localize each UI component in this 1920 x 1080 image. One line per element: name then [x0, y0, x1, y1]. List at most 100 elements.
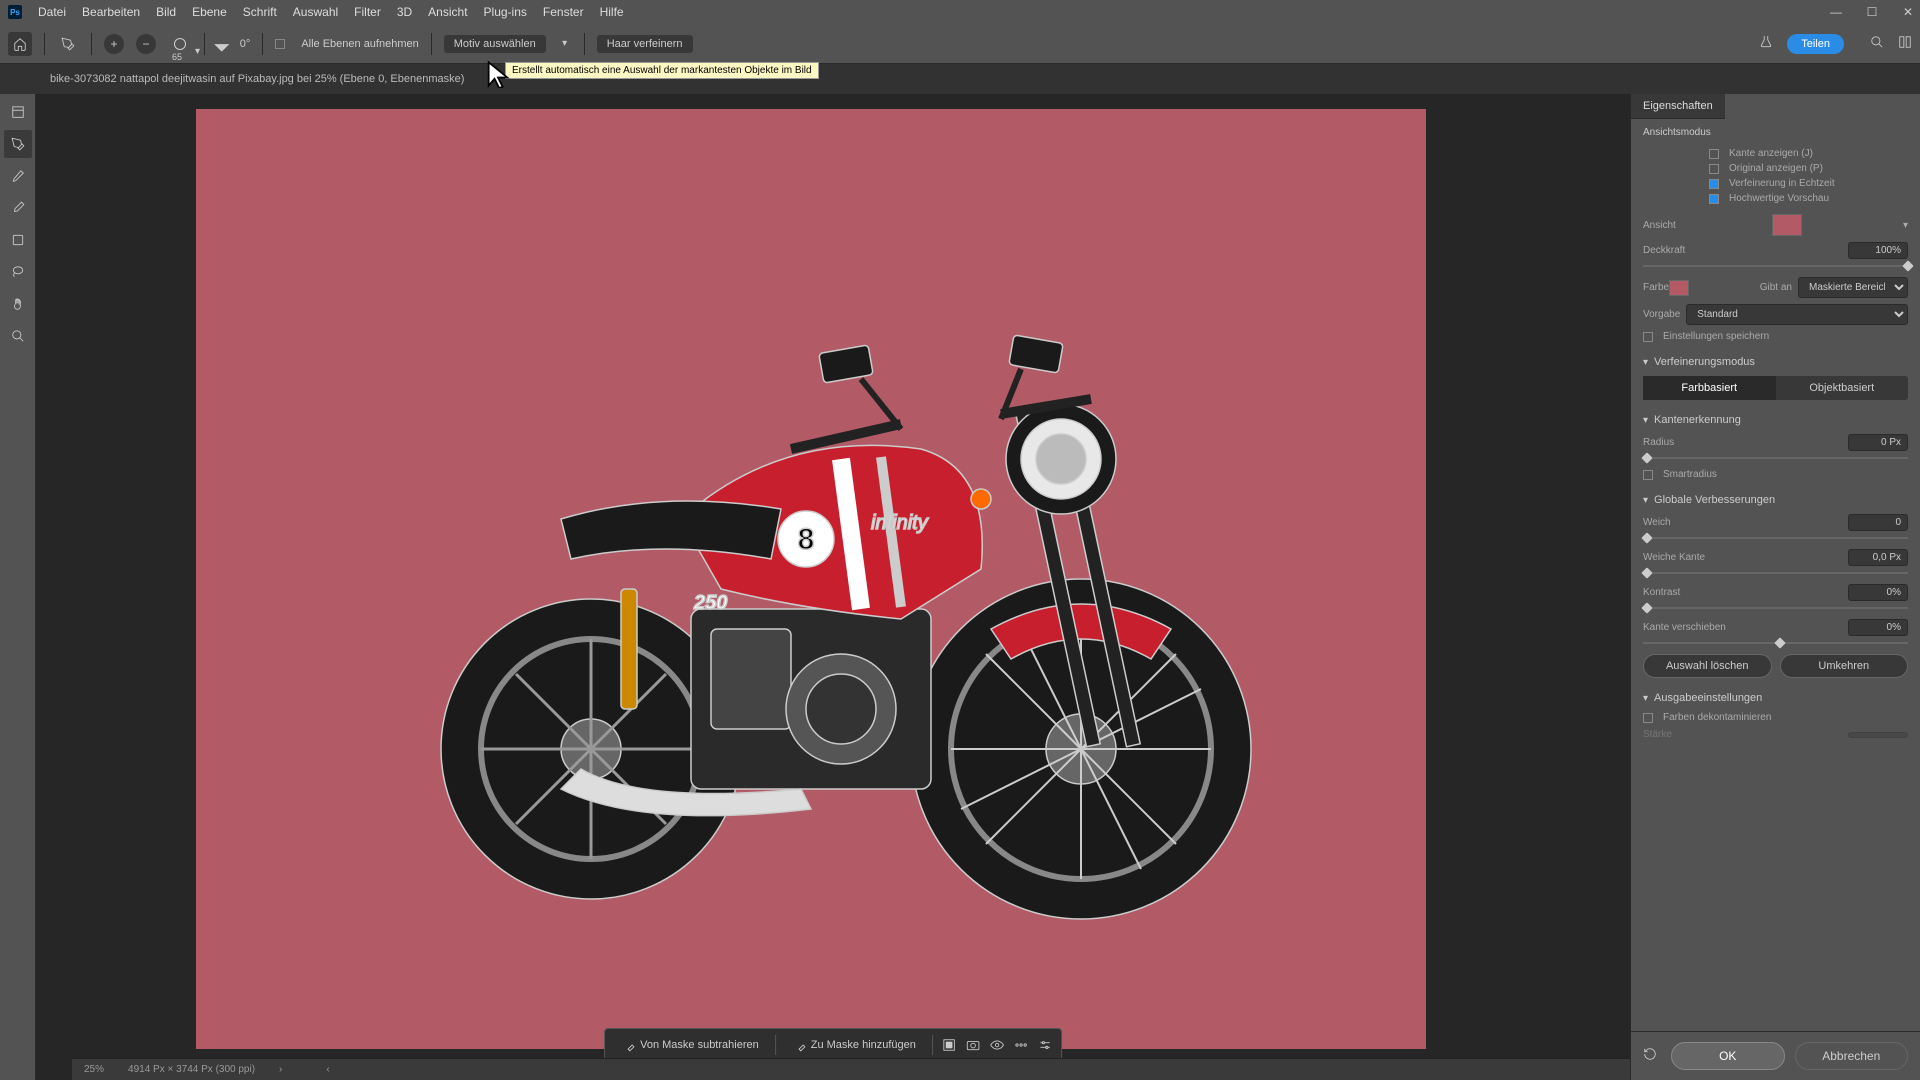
- erlenmeyer-icon[interactable]: [1759, 35, 1773, 52]
- preset-select[interactable]: Standard: [1686, 304, 1908, 325]
- radius-input[interactable]: 0 Px: [1848, 434, 1908, 451]
- decontaminate-checkbox[interactable]: [1643, 713, 1653, 723]
- brush-subtract[interactable]: −: [136, 34, 156, 54]
- properties-tab[interactable]: Eigenschaften: [1631, 94, 1725, 119]
- document-tab[interactable]: bike-3073082 nattapol deejitwasin auf Pi…: [0, 64, 1920, 94]
- menu-bar: Ps Datei Bearbeiten Bild Ebene Schrift A…: [0, 0, 1920, 24]
- share-button[interactable]: Teilen: [1787, 34, 1844, 54]
- app-logo: Ps: [8, 5, 22, 19]
- menu-plugins[interactable]: Plug-ins: [484, 5, 527, 19]
- select-subject-dropdown[interactable]: ▾: [558, 37, 572, 51]
- realtime-refine-checkbox[interactable]: [1709, 179, 1719, 189]
- search-icon[interactable]: [1870, 35, 1884, 52]
- smooth-slider[interactable]: [1643, 537, 1908, 539]
- tool-refine-brush[interactable]: [4, 162, 32, 190]
- view-thumbnail[interactable]: [1772, 214, 1802, 236]
- tool-quick-select[interactable]: [4, 130, 32, 158]
- color-swatch[interactable]: [1669, 280, 1689, 296]
- svg-text:250: 250: [693, 592, 727, 614]
- photo-mode-icon[interactable]: [963, 1035, 983, 1055]
- close-button[interactable]: ✕: [1900, 4, 1916, 20]
- properties-panel: Eigenschaften Ansichtsmodus Kante anzeig…: [1630, 94, 1920, 1080]
- refine-hair-button[interactable]: Haar verfeinern: [597, 35, 693, 53]
- feather-slider[interactable]: [1643, 572, 1908, 574]
- document-dimensions: 4914 Px × 3744 Px (300 ppi): [128, 1064, 255, 1075]
- smooth-input[interactable]: 0: [1848, 514, 1908, 531]
- current-tool-icon[interactable]: [57, 33, 79, 55]
- overlay-mode-icon[interactable]: [939, 1035, 959, 1055]
- left-toolbar: [0, 94, 36, 1080]
- clear-selection-button[interactable]: Auswahl löschen: [1643, 654, 1772, 678]
- settings-icon[interactable]: [1035, 1035, 1055, 1055]
- output-settings-header[interactable]: ▾Ausgabeeinstellungen: [1643, 692, 1908, 704]
- contrast-input[interactable]: 0%: [1848, 584, 1908, 601]
- bottom-toolbar: Von Maske subtrahieren Zu Maske hinzufüg…: [604, 1028, 1062, 1062]
- opacity-input[interactable]: 100%: [1848, 242, 1908, 259]
- shows-select[interactable]: Maskierte Bereiche: [1798, 277, 1908, 298]
- contrast-slider[interactable]: [1643, 607, 1908, 609]
- tool-object-select[interactable]: [4, 226, 32, 254]
- menu-view[interactable]: Ansicht: [428, 5, 467, 19]
- color-based-button[interactable]: Farbbasiert: [1643, 376, 1776, 400]
- smart-radius-checkbox[interactable]: [1643, 470, 1653, 480]
- radius-slider[interactable]: [1643, 457, 1908, 459]
- options-bar: + − 65 ▾ ◢ 0° Alle Ebenen aufnehmen Moti…: [0, 24, 1920, 64]
- feather-input[interactable]: 0,0 Px: [1848, 549, 1908, 566]
- brush-add[interactable]: +: [104, 34, 124, 54]
- menu-select[interactable]: Auswahl: [293, 5, 338, 19]
- status-bar: 25% 4914 Px × 3744 Px (300 ppi) › ‹: [72, 1058, 1630, 1080]
- more-icon[interactable]: [1011, 1035, 1031, 1055]
- reset-icon[interactable]: [1643, 1047, 1661, 1065]
- minimize-button[interactable]: —: [1828, 4, 1844, 20]
- select-subject-button[interactable]: Motiv auswählen: [444, 35, 546, 53]
- menu-filter[interactable]: Filter: [354, 5, 381, 19]
- shift-slider[interactable]: [1643, 642, 1908, 644]
- angle-value[interactable]: 0°: [240, 38, 251, 50]
- edge-detection-header[interactable]: ▾Kantenerkennung: [1643, 414, 1908, 426]
- tool-zoom[interactable]: [4, 322, 32, 350]
- zoom-level[interactable]: 25%: [84, 1064, 104, 1075]
- tool-restore-view[interactable]: [4, 98, 32, 126]
- all-layers-label: Alle Ebenen aufnehmen: [301, 38, 418, 50]
- menu-file[interactable]: Datei: [38, 5, 66, 19]
- remember-settings-checkbox[interactable]: [1643, 332, 1653, 342]
- refine-mode-header[interactable]: ▾Verfeinerungsmodus: [1643, 356, 1908, 368]
- menu-image[interactable]: Bild: [156, 5, 176, 19]
- maximize-button[interactable]: ☐: [1864, 4, 1880, 20]
- amount-input: [1848, 732, 1908, 738]
- canvas[interactable]: 8 infinity 250: [196, 109, 1426, 1049]
- menu-type[interactable]: Schrift: [243, 5, 277, 19]
- opacity-slider[interactable]: [1643, 265, 1908, 267]
- menu-edit[interactable]: Bearbeiten: [82, 5, 140, 19]
- svg-text:8: 8: [798, 523, 815, 556]
- subtract-from-mask-button[interactable]: Von Maske subtrahieren: [611, 1033, 769, 1057]
- view-dropdown-icon[interactable]: ▾: [1903, 220, 1908, 231]
- tool-lasso[interactable]: [4, 258, 32, 286]
- show-original-checkbox[interactable]: [1709, 164, 1719, 174]
- tool-hand[interactable]: [4, 290, 32, 318]
- high-quality-checkbox[interactable]: [1709, 194, 1719, 204]
- menu-3d[interactable]: 3D: [397, 5, 412, 19]
- ok-button[interactable]: OK: [1671, 1042, 1785, 1070]
- tool-brush[interactable]: [4, 194, 32, 222]
- document-title: bike-3073082 nattapol deejitwasin auf Pi…: [50, 73, 464, 85]
- home-button[interactable]: [8, 32, 32, 56]
- motorcycle-image: 8 infinity 250: [361, 229, 1261, 929]
- scroll-left-icon[interactable]: ‹: [326, 1064, 329, 1075]
- object-based-button[interactable]: Objektbasiert: [1776, 376, 1909, 400]
- canvas-area[interactable]: 8 infinity 250: [36, 94, 1630, 1080]
- menu-layer[interactable]: Ebene: [192, 5, 227, 19]
- add-to-mask-button[interactable]: Zu Maske hinzufügen: [782, 1033, 926, 1057]
- brush-size[interactable]: 65 ▾: [174, 38, 186, 50]
- invert-button[interactable]: Umkehren: [1780, 654, 1909, 678]
- all-layers-checkbox[interactable]: [275, 39, 285, 49]
- scroll-right-icon[interactable]: ›: [279, 1064, 282, 1075]
- menu-help[interactable]: Hilfe: [600, 5, 624, 19]
- menu-window[interactable]: Fenster: [543, 5, 584, 19]
- cancel-button[interactable]: Abbrechen: [1795, 1042, 1909, 1070]
- global-refine-header[interactable]: ▾Globale Verbesserungen: [1643, 494, 1908, 506]
- show-edge-checkbox[interactable]: [1709, 149, 1719, 159]
- shift-input[interactable]: 0%: [1848, 619, 1908, 636]
- eye-icon[interactable]: [987, 1035, 1007, 1055]
- workspace-icon[interactable]: [1898, 35, 1912, 52]
